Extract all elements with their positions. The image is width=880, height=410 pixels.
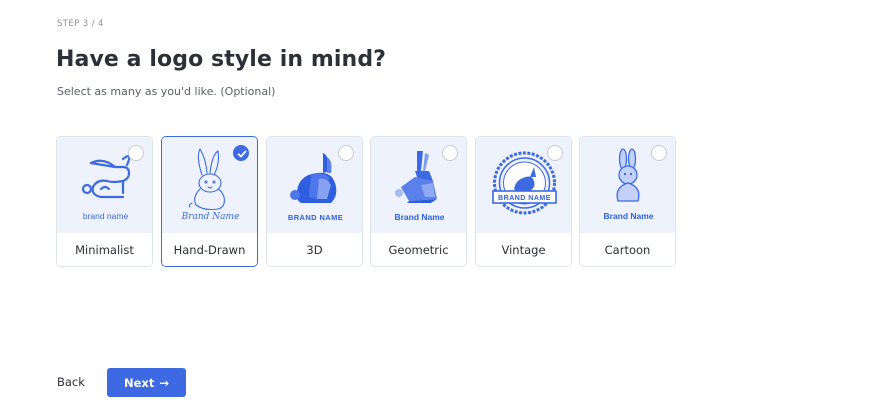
style-card-geometric[interactable]: Brand Name Geometric	[370, 136, 467, 267]
arrow-right-icon: →	[159, 375, 169, 390]
select-checkbox[interactable]	[233, 145, 249, 161]
style-label: Vintage	[476, 233, 571, 266]
select-checkbox[interactable]	[338, 145, 354, 161]
page-title: Have a logo style in mind?	[56, 47, 387, 72]
style-card-cartoon[interactable]: Brand Name Cartoon	[579, 136, 676, 267]
select-checkbox[interactable]	[128, 145, 144, 161]
page-subtitle: Select as many as you'd like. (Optional)	[57, 85, 276, 98]
step-indicator: STEP 3 / 4	[57, 19, 104, 29]
next-button[interactable]: Next →	[107, 368, 186, 397]
style-card-minimalist[interactable]: brand name Minimalist	[56, 136, 153, 267]
select-checkbox[interactable]	[651, 145, 667, 161]
style-label: Hand-Drawn	[162, 233, 257, 266]
brand-name-text: brand name	[83, 211, 129, 221]
style-card-3d[interactable]: BRAND NAME 3D	[266, 136, 363, 267]
style-card-hand-drawn[interactable]: Brand Name Hand-Drawn	[161, 136, 258, 267]
brand-name-text: BRAND NAME	[498, 195, 551, 202]
check-icon	[237, 150, 247, 158]
brand-name-text: Brand Name	[181, 212, 240, 222]
style-label: 3D	[267, 233, 362, 266]
brand-name-text: Brand Name	[603, 211, 653, 221]
select-checkbox[interactable]	[442, 145, 458, 161]
next-button-label: Next	[124, 375, 155, 390]
back-button[interactable]: Back	[57, 375, 85, 389]
brand-name-text: BRAND NAME	[288, 213, 343, 222]
style-label: Cartoon	[580, 233, 675, 266]
brand-name-text: Brand Name	[394, 212, 444, 222]
style-label: Geometric	[371, 233, 466, 266]
style-label: Minimalist	[57, 233, 152, 266]
select-checkbox[interactable]	[547, 145, 563, 161]
style-card-vintage[interactable]: BRAND NAME Vintage	[475, 136, 572, 267]
logo-style-step: STEP 3 / 4 Have a logo style in mind? Se…	[0, 0, 880, 410]
